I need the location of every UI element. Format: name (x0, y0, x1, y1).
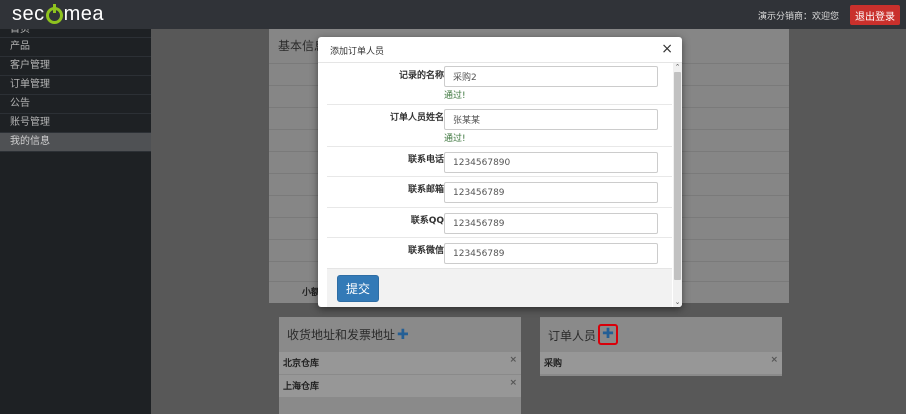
form-row-person-name: 订单人员姓名 通过! (327, 105, 672, 147)
email-label: 联系邮箱 (407, 185, 444, 195)
form-row-email: 联系邮箱 (327, 177, 672, 208)
form-row-phone: 联系电话 (327, 147, 672, 177)
list-item: 上海仓库 × (279, 375, 521, 397)
scroll-down-arrow-icon[interactable]: ⌄ (673, 298, 682, 307)
sidebar-item-my-info[interactable]: 我的信息 (0, 133, 151, 152)
top-header: sec mea 演示分销商：欢迎您 退出登录 (0, 0, 906, 29)
address-item-label: 北京仓库 (283, 359, 320, 369)
email-input[interactable] (444, 182, 658, 203)
remove-icon[interactable]: × (509, 355, 517, 365)
list-item: 北京仓库 × (279, 352, 521, 374)
sidebar-nav: 首页 产品 客户管理 订单管理 公告 账号管理 我的信息 (0, 29, 151, 414)
qq-label: 联系QQ (410, 216, 444, 226)
qq-input[interactable] (444, 213, 658, 234)
scroll-up-arrow-icon[interactable]: ⌃ (673, 63, 682, 72)
sidebar-item-customers[interactable]: 客户管理 (0, 57, 151, 76)
record-name-label: 记录的名称 (398, 71, 444, 81)
sidebar-item-announcements[interactable]: 公告 (0, 95, 151, 114)
logo-text-start: sec (12, 2, 45, 25)
form-row-qq: 联系QQ (327, 208, 672, 238)
wechat-label: 联系微信 (407, 246, 444, 256)
sidebar-item-orders[interactable]: 订单管理 (0, 76, 151, 95)
logo-power-icon (45, 3, 63, 24)
add-order-person-modal: 添加订单人员 × 记录的名称 通过! 订单人员姓名 通过! 联系电话 联系邮箱 … (318, 37, 682, 307)
sidebar-item-accounts[interactable]: 账号管理 (0, 114, 151, 133)
list-item: 采购 × (540, 352, 782, 374)
modal-header: 添加订单人员 × (318, 37, 682, 63)
record-name-input[interactable] (444, 66, 658, 87)
modal-scrollbar[interactable]: ⌃ ⌄ (673, 63, 682, 307)
close-icon[interactable]: × (661, 41, 673, 57)
sidebar-item-products[interactable]: 产品 (0, 38, 151, 57)
scroll-thumb[interactable] (674, 72, 681, 280)
add-order-person-icon[interactable]: ✚ (598, 324, 619, 345)
remove-icon[interactable]: × (770, 355, 778, 365)
address-item-label: 上海仓库 (283, 382, 320, 392)
person-name-label: 订单人员姓名 (389, 113, 444, 123)
phone-label: 联系电话 (407, 155, 444, 165)
secomea-logo[interactable]: sec mea (12, 3, 104, 25)
basic-info-row-label: 小额 (302, 288, 321, 298)
address-panel: 收货地址和发票地址 ✚ 北京仓库 × 上海仓库 × (279, 317, 521, 414)
form-row-record-name: 记录的名称 通过! (327, 63, 672, 105)
record-name-valid-text: 通过! (444, 91, 466, 101)
submit-button[interactable]: 提交 (337, 275, 379, 302)
modal-footer: 提交 (327, 268, 672, 307)
modal-title: 添加订单人员 (330, 47, 385, 57)
remove-icon[interactable]: × (509, 378, 517, 388)
logo-text-end: mea (63, 2, 105, 25)
add-address-icon[interactable]: ✚ (397, 327, 409, 343)
address-panel-title: 收货地址和发票地址 (287, 328, 396, 342)
person-name-input[interactable] (444, 109, 658, 130)
order-person-panel: 订单人员 ✚ 采购 × (540, 317, 782, 376)
logout-button[interactable]: 退出登录 (850, 5, 900, 25)
order-person-panel-header: 订单人员 ✚ (540, 317, 782, 352)
phone-input[interactable] (444, 152, 658, 173)
order-person-item-label: 采购 (544, 359, 563, 369)
sidebar-item-home[interactable]: 首页 (0, 29, 151, 38)
person-name-valid-text: 通过! (444, 134, 466, 144)
wechat-input[interactable] (444, 243, 658, 264)
user-greeting: 演示分销商：欢迎您 (757, 12, 839, 22)
address-panel-header: 收货地址和发票地址 ✚ (279, 317, 521, 352)
form-row-wechat: 联系微信 (327, 238, 672, 268)
modal-body: 记录的名称 通过! 订单人员姓名 通过! 联系电话 联系邮箱 联系QQ 联系微信… (327, 63, 672, 307)
order-person-panel-title: 订单人员 (548, 329, 597, 343)
